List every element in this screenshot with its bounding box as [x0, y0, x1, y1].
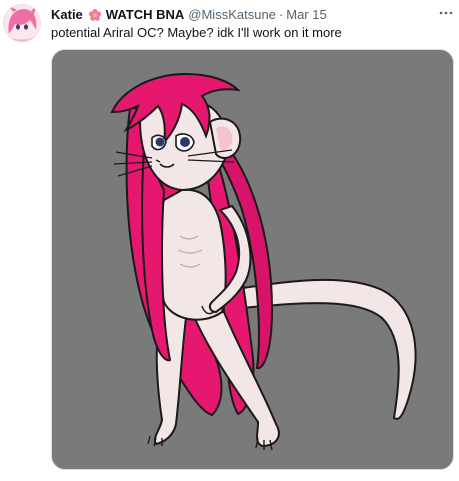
tweet-header: Katie WATCH BNA @MissKatsune · Mar 15 [51, 6, 327, 24]
more-options-button[interactable] [436, 3, 456, 23]
display-name[interactable]: Katie [51, 6, 83, 24]
avatar-icon [3, 4, 41, 42]
flower-icon [88, 8, 102, 22]
display-name-badge[interactable]: WATCH BNA [106, 6, 184, 24]
more-horizontal-icon [439, 11, 453, 15]
media-image[interactable] [51, 49, 454, 470]
avatar[interactable] [3, 4, 41, 42]
tweet[interactable]: Katie WATCH BNA @MissKatsune · Mar 15 po… [0, 0, 459, 481]
timestamp[interactable]: Mar 15 [286, 6, 326, 24]
author-handle[interactable]: @MissKatsune [188, 6, 276, 24]
character-illustration [52, 50, 453, 469]
separator-dot: · [278, 7, 284, 22]
tweet-text: potential Ariral OC? Maybe? idk I'll wor… [51, 25, 342, 40]
